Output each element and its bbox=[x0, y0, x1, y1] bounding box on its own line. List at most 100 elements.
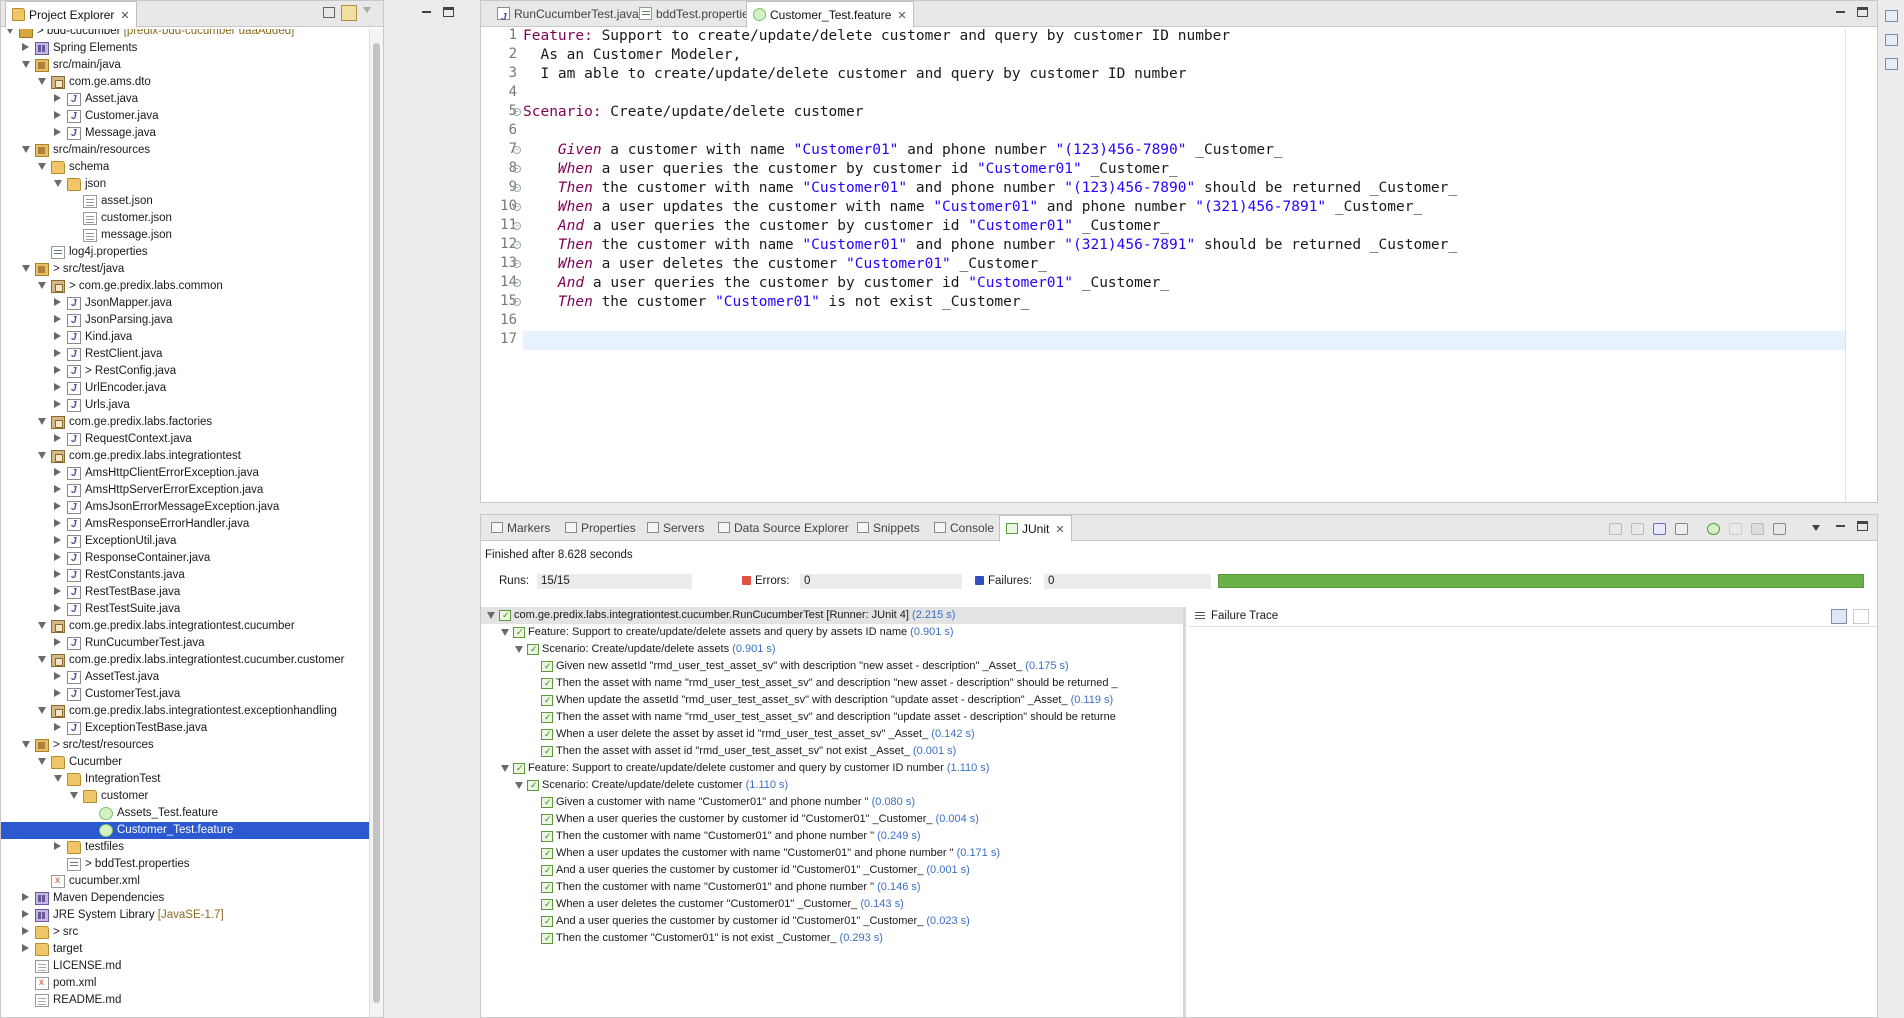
collapsed-arrow-icon[interactable] bbox=[54, 94, 61, 102]
collapsed-arrow-icon[interactable] bbox=[54, 468, 61, 476]
tree-item-resttestsuite-java[interactable]: RestTestSuite.java bbox=[1, 601, 369, 618]
expanded-arrow-icon[interactable] bbox=[38, 282, 46, 289]
code-line[interactable]: Then the customer with name "Customer01"… bbox=[523, 236, 1457, 255]
expanded-arrow-icon[interactable] bbox=[38, 78, 46, 85]
editor-maximize-icon[interactable] bbox=[1857, 7, 1868, 17]
tree-item-customer-json[interactable]: customer.json bbox=[1, 210, 369, 227]
expanded-arrow-icon[interactable] bbox=[515, 782, 523, 789]
tree-item-resttestbase-java[interactable]: RestTestBase.java bbox=[1, 584, 369, 601]
tab-data-source-explorer[interactable]: Data Source Explorer bbox=[712, 515, 855, 541]
collapsed-arrow-icon[interactable] bbox=[54, 383, 61, 391]
tree-item-amshttpservererrorexception-java[interactable]: AmsHttpServerErrorException.java bbox=[1, 482, 369, 499]
collapsed-arrow-icon[interactable] bbox=[54, 485, 61, 493]
fold-toggle-icon[interactable]: − bbox=[513, 298, 521, 306]
junit-test-row[interactable]: Feature: Support to create/update/delete… bbox=[481, 760, 1186, 777]
collapsed-arrow-icon[interactable] bbox=[54, 332, 61, 340]
code-line[interactable]: Scenario: Create/update/delete customer bbox=[523, 103, 863, 122]
collapsed-arrow-icon[interactable] bbox=[54, 587, 61, 595]
code-line[interactable]: Then the customer "Customer01" is not ex… bbox=[523, 293, 1029, 312]
junit-test-row[interactable]: And a user queries the customer by custo… bbox=[481, 913, 1186, 930]
junit-minimize-icon[interactable] bbox=[1835, 521, 1846, 531]
tree-item-testfiles[interactable]: testfiles bbox=[1, 839, 369, 856]
outline-view-icon[interactable] bbox=[1885, 10, 1898, 22]
fold-toggle-icon[interactable]: − bbox=[513, 241, 521, 249]
tree-item-kind-java[interactable]: Kind.java bbox=[1, 329, 369, 346]
next-failure-icon[interactable] bbox=[1609, 523, 1622, 535]
tree-item-responsecontainer-java[interactable]: ResponseContainer.java bbox=[1, 550, 369, 567]
tree-item-asset-json[interactable]: asset.json bbox=[1, 193, 369, 210]
expanded-arrow-icon[interactable] bbox=[54, 180, 62, 187]
minimize-icon[interactable] bbox=[421, 7, 432, 17]
junit-test-row[interactable]: And a user queries the customer by custo… bbox=[481, 862, 1186, 879]
expanded-arrow-icon[interactable] bbox=[70, 792, 78, 799]
expanded-arrow-icon[interactable] bbox=[22, 741, 30, 748]
tree-item-message-java[interactable]: Message.java bbox=[1, 125, 369, 142]
tree-item-json[interactable]: json bbox=[1, 176, 369, 193]
collapsed-arrow-icon[interactable] bbox=[22, 893, 29, 901]
expanded-arrow-icon[interactable] bbox=[501, 629, 509, 636]
junit-test-row[interactable]: When a user delete the asset by asset id… bbox=[481, 726, 1186, 743]
fold-toggle-icon[interactable]: − bbox=[513, 108, 521, 116]
fold-toggle-icon[interactable]: − bbox=[513, 222, 521, 230]
tree-item-amsresponseerrorhandler-java[interactable]: AmsResponseErrorHandler.java bbox=[1, 516, 369, 533]
tree-item-com-ge-predix-labs-integrationtest-exceptionhandling[interactable]: com.ge.predix.labs.integrationtest.excep… bbox=[1, 703, 369, 720]
close-icon[interactable]: ✕ bbox=[1055, 524, 1064, 536]
hierarchy-view-icon[interactable] bbox=[1885, 58, 1898, 70]
collapsed-arrow-icon[interactable] bbox=[54, 519, 61, 527]
tree-item-maven-dependencies[interactable]: Maven Dependencies bbox=[1, 890, 369, 907]
explorer-scroll-thumb[interactable] bbox=[373, 43, 380, 1003]
tree-item-src-main-java[interactable]: src/main/java bbox=[1, 57, 369, 74]
expanded-arrow-icon[interactable] bbox=[515, 646, 523, 653]
tree-item-amshttpclienterrorexception-java[interactable]: AmsHttpClientErrorException.java bbox=[1, 465, 369, 482]
code-line[interactable]: And a user queries the customer by custo… bbox=[523, 217, 1169, 236]
tree-item-exceptiontestbase-java[interactable]: ExceptionTestBase.java bbox=[1, 720, 369, 737]
tree-item-message-json[interactable]: message.json bbox=[1, 227, 369, 244]
collapsed-arrow-icon[interactable] bbox=[54, 638, 61, 646]
tab-customer-test-feature[interactable]: Customer_Test.feature ✕ bbox=[746, 1, 914, 28]
maximize-icon[interactable] bbox=[443, 7, 454, 17]
junit-test-row[interactable]: When a user deletes the customer "Custom… bbox=[481, 896, 1186, 913]
collapse-all-icon[interactable] bbox=[323, 7, 335, 18]
link-with-editor-icon[interactable] bbox=[341, 5, 357, 21]
junit-suite-row[interactable]: com.ge.predix.labs.integrationtest.cucum… bbox=[481, 607, 1186, 624]
tree-item-src-main-resources[interactable]: src/main/resources bbox=[1, 142, 369, 159]
tab-bddtest-properties[interactable]: bddTest.properties bbox=[633, 1, 761, 27]
junit-test-row[interactable]: Scenario: Create/update/delete customer … bbox=[481, 777, 1186, 794]
test-run-history-icon[interactable] bbox=[1773, 523, 1786, 535]
tree-item-assettest-java[interactable]: AssetTest.java bbox=[1, 669, 369, 686]
view-menu-icon[interactable] bbox=[363, 7, 371, 15]
tree-item-spring-elements[interactable]: Spring Elements bbox=[1, 40, 369, 57]
collapsed-arrow-icon[interactable] bbox=[22, 43, 29, 51]
code-line[interactable]: When a user deletes the customer "Custom… bbox=[523, 255, 1047, 274]
tree-item-com-ge-predix-labs-common[interactable]: > com.ge.predix.labs.common bbox=[1, 278, 369, 295]
expanded-arrow-icon[interactable] bbox=[22, 265, 30, 272]
junit-test-row[interactable]: When update the assetId "rmd_user_test_a… bbox=[481, 692, 1186, 709]
fold-toggle-icon[interactable]: − bbox=[513, 279, 521, 287]
junit-test-row[interactable]: Feature: Support to create/update/delete… bbox=[481, 624, 1186, 641]
expanded-arrow-icon[interactable] bbox=[22, 61, 30, 68]
tree-item-schema[interactable]: schema bbox=[1, 159, 369, 176]
fold-toggle-icon[interactable]: − bbox=[513, 203, 521, 211]
tab-markers[interactable]: Markers bbox=[485, 515, 556, 541]
editor-minimize-icon[interactable] bbox=[1835, 7, 1846, 17]
collapsed-arrow-icon[interactable] bbox=[22, 944, 29, 952]
tree-item-readme-md[interactable]: README.md bbox=[1, 992, 369, 1009]
junit-test-row[interactable]: When a user queries the customer by cust… bbox=[481, 811, 1186, 828]
tree-item-jre-system-library[interactable]: JRE System Library [JavaSE-1.7] bbox=[1, 907, 369, 924]
expanded-arrow-icon[interactable] bbox=[6, 29, 14, 34]
code-editor[interactable]: 1 2 3 4 5−6 7−8−9−10−11−12−13−14−15−16 17 Feat… bbox=[481, 27, 1877, 502]
collapsed-arrow-icon[interactable] bbox=[54, 349, 61, 357]
scroll-lock-icon[interactable] bbox=[1675, 523, 1688, 535]
tree-item-com-ge-predix-labs-factories[interactable]: com.ge.predix.labs.factories bbox=[1, 414, 369, 431]
collapsed-arrow-icon[interactable] bbox=[54, 111, 61, 119]
junit-test-row[interactable]: Then the customer with name "Customer01"… bbox=[481, 879, 1186, 896]
collapsed-arrow-icon[interactable] bbox=[54, 434, 61, 442]
code-line[interactable]: Given a customer with name "Customer01" … bbox=[523, 141, 1283, 160]
tree-item-requestcontext-java[interactable]: RequestContext.java bbox=[1, 431, 369, 448]
previous-failure-icon[interactable] bbox=[1631, 523, 1644, 535]
code-line[interactable]: Then the customer with name "Customer01"… bbox=[523, 179, 1457, 198]
tree-item-log4j-properties[interactable]: log4j.properties bbox=[1, 244, 369, 261]
collapsed-arrow-icon[interactable] bbox=[54, 128, 61, 136]
collapsed-arrow-icon[interactable] bbox=[54, 604, 61, 612]
tab-snippets[interactable]: Snippets bbox=[851, 515, 926, 541]
